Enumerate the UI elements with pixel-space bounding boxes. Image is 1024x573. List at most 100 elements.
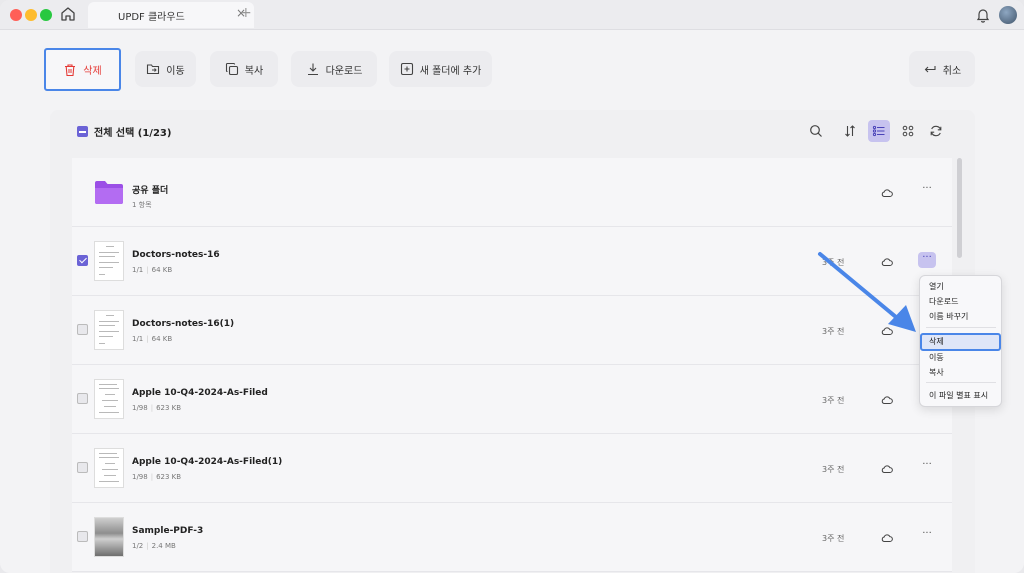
list-item[interactable]: 공유 폴더 1 항목 ··· — [72, 158, 952, 227]
delete-label: 삭제 — [83, 66, 102, 77]
home-icon[interactable] — [60, 6, 76, 22]
list-item[interactable]: Apple 10-Q4-2024-As-Filed(1) 1/98 | 623 KB… — [72, 434, 952, 503]
copy-button[interactable]: 복사 — [210, 51, 278, 87]
menu-item-download[interactable]: 다운로드 — [929, 296, 958, 307]
file-thumbnail — [94, 310, 124, 350]
download-label: 다운로드 — [325, 65, 363, 77]
file-name: Apple 10-Q4-2024-As-Filed(1) — [132, 457, 283, 467]
download-icon — [307, 63, 318, 76]
add-to-new-folder-button[interactable]: 새 폴더에 추가 — [389, 51, 492, 87]
file-size: 623 KB — [156, 473, 182, 481]
page-count: 1/2 — [132, 542, 144, 550]
menu-item-copy[interactable]: 복사 — [929, 367, 944, 378]
row-checkbox[interactable] — [77, 462, 88, 473]
add-folder-label: 새 폴더에 추가 — [419, 65, 482, 77]
file-size: 64 KB — [151, 266, 173, 274]
cancel-label: 취소 — [942, 65, 962, 77]
row-checkbox[interactable] — [77, 393, 88, 404]
page-count: 1/1 — [132, 266, 144, 274]
file-meta: 1/2 | 2.4 MB — [132, 542, 176, 550]
list-item[interactable]: Apple 10-Q4-2024-As-Filed 1/98 | 623 KB 3주… — [72, 365, 952, 434]
sort-button[interactable] — [839, 120, 861, 142]
more-options-button[interactable]: ··· — [918, 459, 936, 475]
page-count: 1/98 — [132, 404, 148, 412]
move-folder-icon — [147, 64, 160, 75]
annotation-arrow-icon — [818, 252, 916, 332]
cancel-button[interactable]: 취소 — [909, 51, 975, 87]
select-all[interactable]: 전체 선택 (1/23) — [77, 124, 171, 139]
file-thumbnail — [94, 379, 124, 419]
cloud-icon — [881, 396, 893, 404]
title-bar: UPDF 클라우드 × + — [0, 0, 1024, 30]
page-count: 1/1 — [132, 335, 144, 343]
bell-icon[interactable] — [976, 7, 990, 23]
row-checkbox[interactable] — [77, 531, 88, 542]
avatar[interactable] — [999, 6, 1017, 24]
search-button[interactable] — [805, 120, 827, 142]
file-thumbnail — [94, 241, 124, 281]
more-options-button[interactable]: ··· — [918, 252, 936, 268]
file-meta: 1/98 | 623 KB — [132, 473, 182, 481]
menu-item-star[interactable]: 이 파일 별표 표시 — [929, 390, 988, 401]
sort-icon — [845, 125, 855, 137]
select-all-label: 전체 선택 (1/23) — [94, 128, 172, 139]
row-checkbox[interactable] — [77, 324, 88, 335]
move-button[interactable]: 이동 — [135, 51, 196, 87]
refresh-icon — [930, 125, 942, 137]
scrollbar[interactable] — [957, 158, 962, 258]
minimize-window-button[interactable] — [25, 9, 37, 21]
close-window-button[interactable] — [10, 9, 22, 21]
file-size: 2.4 MB — [151, 542, 176, 550]
menu-divider — [926, 382, 996, 383]
grid-view-button[interactable] — [897, 120, 919, 142]
file-meta: 1/1 | 64 KB — [132, 266, 173, 274]
file-name: 공유 폴더 — [132, 186, 169, 196]
grid-view-icon — [902, 125, 914, 137]
menu-item-delete[interactable]: 삭제 — [929, 336, 944, 347]
search-icon — [810, 125, 822, 137]
file-size: 623 KB — [156, 404, 182, 412]
cloud-icon — [881, 189, 893, 197]
new-tab-icon[interactable]: + — [240, 5, 252, 21]
page-count: 1/98 — [132, 473, 148, 481]
menu-item-rename[interactable]: 이름 바꾸기 — [929, 311, 968, 322]
app-window: UPDF 클라우드 × + 삭제 이동 복사 다운로드 새 폴더에 추가 취소 … — [0, 0, 1024, 573]
file-thumbnail — [94, 448, 124, 488]
delete-button[interactable]: 삭제 — [44, 48, 121, 91]
row-checkbox[interactable] — [77, 255, 88, 266]
maximize-window-button[interactable] — [40, 9, 52, 21]
move-label: 이동 — [166, 65, 185, 77]
menu-divider — [926, 327, 996, 328]
file-meta: 1/98 | 623 KB — [132, 404, 182, 412]
tab-updf-cloud[interactable]: UPDF 클라우드 × — [88, 2, 254, 28]
file-meta: 1/1 | 64 KB — [132, 335, 173, 343]
list-view-button[interactable] — [868, 120, 890, 142]
modified-time: 3주 전 — [822, 396, 845, 405]
trash-icon — [65, 63, 76, 76]
context-menu: 열기 다운로드 이름 바꾸기 삭제 이동 복사 이 파일 별표 표시 — [919, 275, 1002, 407]
menu-item-move[interactable]: 이동 — [929, 352, 944, 363]
file-name: Sample-PDF-3 — [132, 526, 204, 536]
folder-icon — [95, 181, 123, 204]
file-size: 64 KB — [151, 335, 173, 343]
select-all-checkbox[interactable] — [77, 126, 88, 137]
refresh-button[interactable] — [925, 120, 947, 142]
tab-title: UPDF 클라우드 — [118, 12, 185, 23]
cloud-icon — [881, 534, 893, 542]
modified-time: 3주 전 — [822, 534, 845, 543]
file-meta: 1 항목 — [132, 200, 152, 210]
file-name: Doctors-notes-16(1) — [132, 319, 235, 329]
list-view-icon — [872, 125, 885, 137]
file-name: Apple 10-Q4-2024-As-Filed — [132, 388, 268, 398]
modified-time: 3주 전 — [822, 465, 845, 474]
file-name: Doctors-notes-16 — [132, 250, 220, 260]
menu-item-open[interactable]: 열기 — [929, 281, 944, 292]
add-folder-icon — [400, 62, 413, 76]
download-button[interactable]: 다운로드 — [291, 51, 377, 87]
cloud-icon — [881, 465, 893, 473]
more-options-button[interactable]: ··· — [918, 528, 936, 544]
list-item[interactable]: Sample-PDF-3 1/2 | 2.4 MB 3주 전 ··· — [72, 503, 952, 572]
file-thumbnail — [94, 517, 124, 557]
copy-label: 복사 — [244, 65, 264, 77]
more-options-button[interactable]: ··· — [918, 183, 936, 199]
